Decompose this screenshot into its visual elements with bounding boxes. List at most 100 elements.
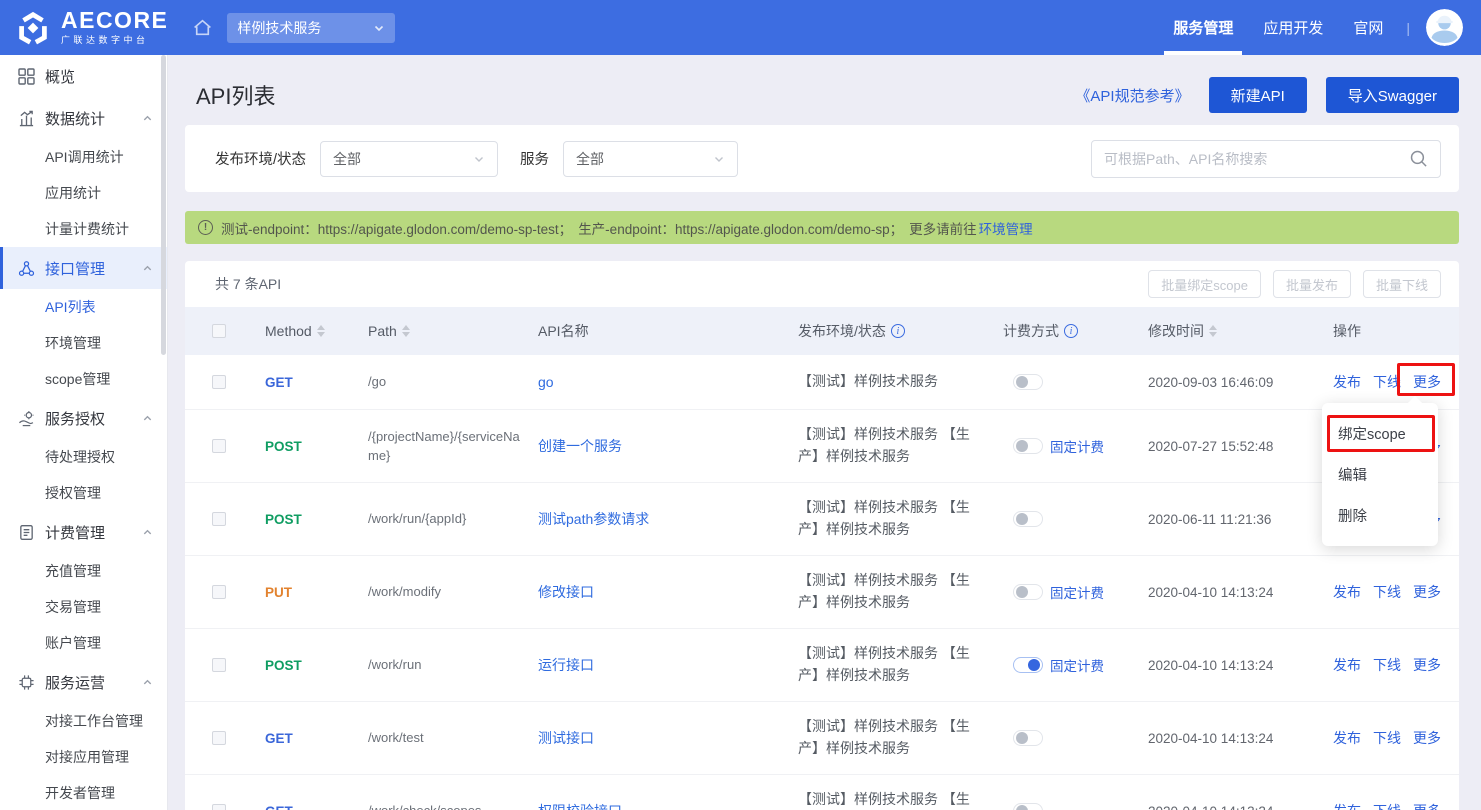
sidebar-subitem-1-0[interactable]: API调用统计: [0, 139, 167, 175]
column-header-1: Path: [368, 323, 538, 339]
select-all-checkbox[interactable]: [212, 324, 226, 338]
sidebar-subitem-2-0[interactable]: API列表: [0, 289, 167, 325]
column-header-5: 修改时间: [1148, 321, 1333, 341]
nav-item-2[interactable]: 官网: [1338, 0, 1398, 55]
publish-link[interactable]: 发布: [1333, 801, 1361, 810]
publish-link[interactable]: 发布: [1333, 582, 1361, 602]
info-icon[interactable]: i: [1064, 324, 1078, 338]
sidebar-subitem-4-0[interactable]: 充值管理: [0, 553, 167, 589]
more-link[interactable]: 更多: [1413, 582, 1441, 602]
api-name-link[interactable]: 创建一个服务: [538, 436, 798, 456]
batch-button-0[interactable]: 批量绑定scope: [1148, 270, 1261, 298]
sidebar-item-0[interactable]: 概览: [0, 55, 167, 97]
sidebar-subitem-5-2[interactable]: 开发者管理: [0, 775, 167, 810]
more-link[interactable]: 更多: [1413, 728, 1441, 748]
table-row: POST/work/run/{appId}测试path参数请求【测试】样例技术服…: [185, 483, 1459, 556]
home-icon[interactable]: [192, 17, 213, 38]
api-name-link[interactable]: 权限校验接口: [538, 801, 798, 810]
billing-toggle[interactable]: [1013, 657, 1043, 673]
sidebar-subitem-3-1[interactable]: 授权管理: [0, 475, 167, 511]
sidebar-subitem-1-1[interactable]: 应用统计: [0, 175, 167, 211]
bind-scope-menu-item[interactable]: 绑定scope: [1322, 413, 1438, 454]
sidebar-subitem-4-2[interactable]: 账户管理: [0, 625, 167, 661]
workspace-selector[interactable]: 样例技术服务: [227, 13, 395, 43]
sidebar-item-1[interactable]: 数据统计: [0, 97, 167, 139]
sidebar-scrollbar[interactable]: [161, 55, 166, 355]
import-swagger-button[interactable]: 导入Swagger: [1326, 77, 1459, 113]
service-filter-select[interactable]: 全部: [563, 141, 738, 177]
sort-icon[interactable]: [402, 325, 410, 337]
checkbox-cell: [212, 439, 265, 453]
api-name-link[interactable]: 运行接口: [538, 655, 798, 675]
more-link[interactable]: 更多: [1413, 655, 1441, 675]
more-link[interactable]: 更多: [1413, 372, 1441, 392]
billing-toggle[interactable]: [1013, 730, 1043, 746]
batch-button-1[interactable]: 批量发布: [1273, 270, 1351, 298]
column-label: 计费方式: [1003, 321, 1059, 341]
billing-toggle[interactable]: [1013, 511, 1043, 527]
batch-button-2[interactable]: 批量下线: [1363, 270, 1441, 298]
offline-link[interactable]: 下线: [1373, 801, 1401, 810]
top-header: AECORE 广联达数字中台 样例技术服务 服务管理应用开发官网 |: [0, 0, 1481, 55]
row-checkbox[interactable]: [212, 375, 226, 389]
more-dropdown-menu: 绑定scope编辑删除: [1322, 403, 1438, 546]
api-spec-link[interactable]: 《API规范参考》: [1075, 85, 1189, 106]
row-checkbox[interactable]: [212, 731, 226, 745]
api-name-link[interactable]: 修改接口: [538, 582, 798, 602]
chevron-down-icon: [473, 153, 485, 165]
billing-toggle[interactable]: [1013, 803, 1043, 810]
billing-cell: [1003, 730, 1148, 746]
publish-link[interactable]: 发布: [1333, 372, 1361, 392]
sidebar-subitem-1-2[interactable]: 计量计费统计: [0, 211, 167, 247]
search-input[interactable]: [1104, 151, 1409, 167]
sidebar-subitem-4-1[interactable]: 交易管理: [0, 589, 167, 625]
banner-test-endpoint: 测试-endpoint：https://apigate.glodon.com/d…: [221, 218, 572, 238]
sort-icon[interactable]: [317, 325, 325, 337]
sidebar-subitem-5-1[interactable]: 对接应用管理: [0, 739, 167, 775]
api-name-link[interactable]: 测试path参数请求: [538, 509, 798, 529]
alert-icon: !: [198, 220, 213, 235]
billing-toggle[interactable]: [1013, 584, 1043, 600]
sidebar-item-5[interactable]: 服务运营: [0, 661, 167, 703]
user-avatar[interactable]: [1426, 9, 1463, 46]
sidebar-subitem-3-0[interactable]: 待处理授权: [0, 439, 167, 475]
table-header-row: MethodPathAPI名称发布环境/状态i计费方式i修改时间操作: [185, 307, 1459, 355]
search-icon[interactable]: [1409, 149, 1428, 168]
publish-link[interactable]: 发布: [1333, 728, 1361, 748]
delete-menu-item[interactable]: 删除: [1322, 495, 1438, 536]
row-checkbox[interactable]: [212, 658, 226, 672]
sidebar-subitem-5-0[interactable]: 对接工作台管理: [0, 703, 167, 739]
env-filter-select[interactable]: 全部: [320, 141, 498, 177]
edit-menu-item[interactable]: 编辑: [1322, 454, 1438, 495]
billing-cell: 固定计费: [1003, 655, 1148, 675]
offline-link[interactable]: 下线: [1373, 582, 1401, 602]
new-api-button[interactable]: 新建API: [1209, 77, 1307, 113]
offline-link[interactable]: 下线: [1373, 372, 1401, 392]
offline-link[interactable]: 下线: [1373, 728, 1401, 748]
env-status-cell: 【测试】样例技术服务 【生产】样例技术服务: [798, 424, 1003, 467]
nav-item-0[interactable]: 服务管理: [1158, 0, 1248, 55]
path-cell: /{projectName}/{serviceName}: [368, 427, 538, 466]
sidebar-item-2[interactable]: 接口管理: [0, 247, 167, 289]
row-checkbox[interactable]: [212, 585, 226, 599]
row-checkbox[interactable]: [212, 512, 226, 526]
billing-toggle[interactable]: [1013, 374, 1043, 390]
publish-link[interactable]: 发布: [1333, 655, 1361, 675]
more-link[interactable]: 更多: [1413, 801, 1441, 810]
sort-icon[interactable]: [1209, 325, 1217, 337]
sidebar-item-3[interactable]: 服务授权: [0, 397, 167, 439]
sidebar-item-4[interactable]: 计费管理: [0, 511, 167, 553]
row-checkbox[interactable]: [212, 439, 226, 453]
row-checkbox[interactable]: [212, 804, 226, 810]
method-cell: GET: [265, 731, 368, 746]
sidebar-subitem-2-2[interactable]: scope管理: [0, 361, 167, 397]
info-icon[interactable]: i: [891, 324, 905, 338]
billing-toggle[interactable]: [1013, 438, 1043, 454]
offline-link[interactable]: 下线: [1373, 655, 1401, 675]
env-management-link[interactable]: 环境管理: [979, 218, 1033, 238]
brand-logo-icon: [14, 9, 52, 47]
nav-item-1[interactable]: 应用开发: [1248, 0, 1338, 55]
sidebar-subitem-2-1[interactable]: 环境管理: [0, 325, 167, 361]
api-name-link[interactable]: go: [538, 374, 798, 390]
api-name-link[interactable]: 测试接口: [538, 728, 798, 748]
